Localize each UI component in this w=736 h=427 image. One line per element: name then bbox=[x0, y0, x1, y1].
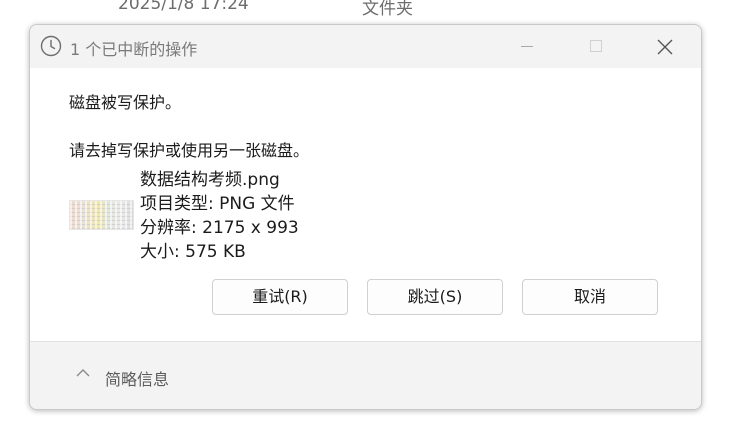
background-row: 2025/1/8 17:24 文件夹 bbox=[0, 0, 736, 19]
background-date: 2025/1/8 17:24 bbox=[118, 0, 249, 14]
message-title: 磁盘被写保护。 bbox=[69, 93, 182, 112]
skip-button[interactable]: 跳过(S) bbox=[367, 279, 503, 315]
file-info: 数据结构考频.png 项目类型: PNG 文件 分辨率: 2175 x 993 … bbox=[140, 168, 299, 264]
file-type: 项目类型: PNG 文件 bbox=[140, 194, 295, 214]
minimize-button[interactable] bbox=[504, 25, 550, 68]
maximize-icon bbox=[590, 40, 602, 52]
retry-button[interactable]: 重试(R) bbox=[212, 279, 348, 315]
footer: 简略信息 bbox=[30, 342, 701, 409]
file-thumbnail bbox=[69, 200, 134, 230]
minimize-icon bbox=[521, 46, 533, 47]
file-name: 数据结构考频.png bbox=[140, 170, 280, 190]
title-bar[interactable]: 1 个已中断的操作 bbox=[30, 25, 701, 68]
background-type: 文件夹 bbox=[362, 0, 413, 19]
maximize-button[interactable] bbox=[573, 25, 619, 68]
chevron-up-icon[interactable] bbox=[74, 367, 92, 379]
cancel-button[interactable]: 取消 bbox=[522, 279, 658, 315]
less-details-toggle[interactable]: 简略信息 bbox=[105, 366, 169, 390]
interrupted-operation-dialog: 1 个已中断的操作 磁盘被写保护。 请去掉写保护或使用另一张磁盘。 数据结构考频… bbox=[29, 24, 702, 410]
dialog-title: 1 个已中断的操作 bbox=[70, 40, 198, 59]
file-size: 大小: 575 KB bbox=[140, 242, 246, 262]
message-detail: 请去掉写保护或使用另一张磁盘。 bbox=[69, 141, 310, 160]
file-resolution: 分辨率: 2175 x 993 bbox=[140, 218, 299, 238]
clock-icon bbox=[40, 35, 62, 57]
close-button[interactable] bbox=[642, 25, 688, 68]
close-icon bbox=[657, 39, 673, 55]
